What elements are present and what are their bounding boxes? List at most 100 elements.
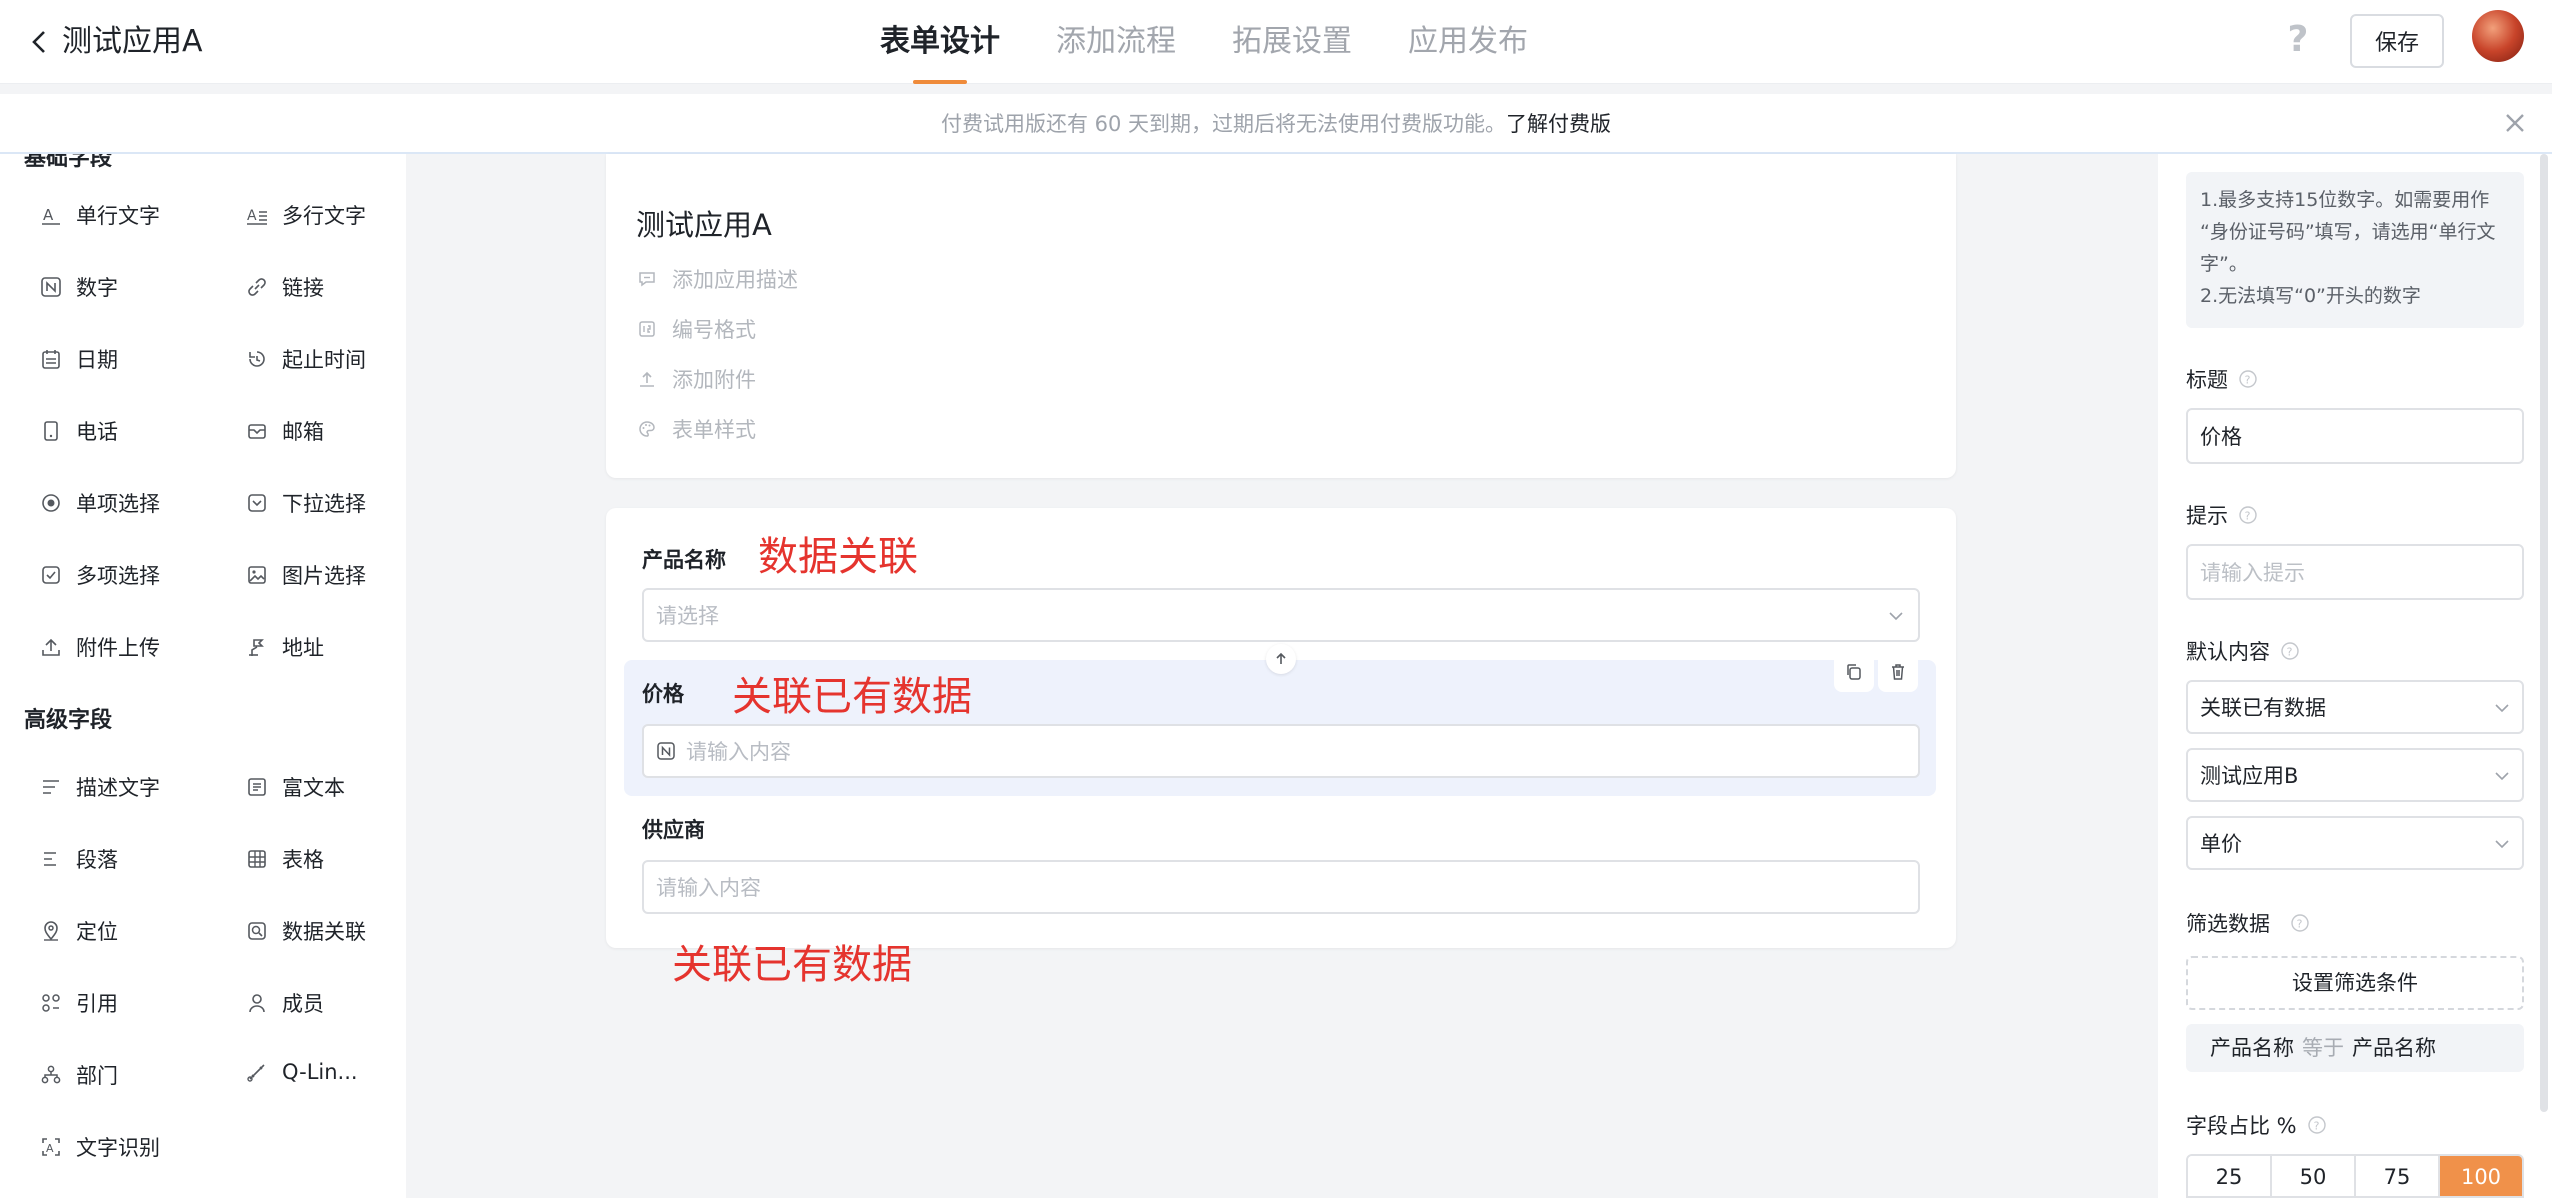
field-label-supplier[interactable]: 供应商 [642,814,705,844]
tab-add-flow[interactable]: 添加流程 [1056,0,1176,84]
field-paragraph[interactable]: 段落 [40,844,118,874]
number-icon [40,276,62,298]
field-number[interactable]: 数字 [40,272,118,302]
field-label: 多行文字 [282,204,366,228]
tab-extend-settings[interactable]: 拓展设置 [1232,0,1352,84]
field-single-choice[interactable]: 单项选择 [40,488,160,518]
linked-field-select[interactable]: 单价 [2186,816,2524,870]
field-label: 文字识别 [76,1136,160,1160]
field-table[interactable]: 表格 [246,844,324,874]
field-location[interactable]: 定位 [40,916,118,946]
text-a-icon: A [40,204,62,226]
comment-icon [636,268,658,290]
question-icon[interactable]: ? [2290,913,2310,933]
banner-link[interactable]: 了解付费版 [1506,112,1611,136]
ratio-option-100[interactable]: 100 [2440,1156,2522,1196]
tip-line: 2.无法填写“0”开头的数字 [2200,285,2421,307]
meta-label: 编号格式 [672,318,756,342]
field-qlink[interactable]: Q-Lin... [246,1060,358,1084]
close-icon[interactable] [2500,108,2530,138]
field-department[interactable]: 部门 [40,1060,118,1090]
field-label: 邮箱 [282,420,324,444]
svg-text:?: ? [2313,1120,2319,1133]
form-style-link[interactable]: 表单样式 [636,414,756,444]
radio-icon [40,492,62,514]
back-icon[interactable] [22,22,56,62]
field-date[interactable]: 日期 [40,344,118,374]
meta-label: 添加应用描述 [672,268,798,292]
banner-text: 付费试用版还有 60 天到期，过期后将无法使用付费版功能。 [940,112,1507,136]
field-link[interactable]: 链接 [246,272,324,302]
trial-banner: 付费试用版还有 60 天到期，过期后将无法使用付费版功能。了解付费版 [0,94,2552,154]
time-range-icon [246,348,268,370]
question-icon[interactable]: ? [2238,369,2258,389]
field-label: 数字 [76,276,118,300]
product-name-select[interactable]: 请选择 [642,588,1920,642]
svg-text:?: ? [2245,510,2251,523]
svg-text:?: ? [2287,646,2293,659]
annotation-linked-data: 关联已有数据 [732,674,972,720]
field-attachment[interactable]: 附件上传 [40,632,160,662]
hint-input[interactable]: 请输入提示 [2186,544,2524,600]
question-icon[interactable]: ? [2238,505,2258,525]
field-data-link[interactable]: 数据关联 [246,916,366,946]
form-title[interactable]: 测试应用A [636,202,772,244]
field-description[interactable]: 描述文字 [40,772,160,802]
number-format-link[interactable]: 编号格式 [636,314,756,344]
tip-line: “身份证号码”填写，请选用“单行文 [2200,221,2496,243]
tip-line: 1.最多支持15位数字。如需要用作 [2200,189,2490,211]
ratio-option-25[interactable]: 25 [2188,1156,2272,1196]
field-address[interactable]: 地址 [246,632,324,662]
field-email[interactable]: 邮箱 [246,416,324,446]
tab-app-publish[interactable]: 应用发布 [1408,0,1528,84]
field-multi-choice[interactable]: 多项选择 [40,560,160,590]
field-image-choice[interactable]: 图片选择 [246,560,366,590]
field-single-text[interactable]: A 单行文字 [40,200,160,230]
address-icon [246,636,268,658]
field-member[interactable]: 成员 [246,988,324,1018]
tab-form-design[interactable]: 表单设计 [880,0,1000,84]
filter-data-label: 筛选数据 ? [2186,908,2310,938]
ratio-option-50[interactable]: 50 [2272,1156,2356,1196]
field-phone[interactable]: 电话 [40,416,118,446]
avatar[interactable] [2472,10,2524,62]
chevron-down-icon [2495,704,2509,713]
save-button[interactable]: 保存 [2350,14,2444,68]
hint-placeholder: 请输入提示 [2200,561,2305,585]
help-icon[interactable]: ? [2280,18,2316,62]
add-attachment-link[interactable]: 添加附件 [636,364,756,394]
add-description-link[interactable]: 添加应用描述 [636,264,798,294]
department-icon [40,1064,62,1086]
default-label-text: 默认内容 [2186,640,2270,664]
condition-left: 产品名称 [2210,1036,2294,1060]
supplier-input[interactable]: 请输入内容 [642,860,1920,914]
field-label: 多项选择 [76,564,160,588]
right-panel-scrollbar[interactable] [2540,154,2548,1112]
field-reference[interactable]: 引用 [40,988,118,1018]
field-label: 定位 [76,920,118,944]
field-label-product-name[interactable]: 产品名称 [642,544,726,574]
field-dropdown[interactable]: 下拉选择 [246,488,366,518]
field-label-price[interactable]: 价格 [642,678,684,708]
question-icon[interactable]: ? [2280,641,2300,661]
move-up-icon[interactable] [1266,644,1296,674]
copy-icon[interactable] [1834,652,1874,692]
default-type-select[interactable]: 关联已有数据 [2186,680,2524,734]
number-icon [656,741,676,761]
field-ocr[interactable]: A 文字识别 [40,1132,160,1162]
title-input[interactable]: 价格 [2186,408,2524,464]
field-rich-text[interactable]: 富文本 [246,772,345,802]
filter-condition[interactable]: 产品名称 等于 产品名称 [2186,1024,2524,1072]
title-value: 价格 [2200,425,2242,449]
field-time-range[interactable]: 起止时间 [246,344,366,374]
trash-icon[interactable] [1878,652,1918,692]
linked-app-select[interactable]: 测试应用B [2186,748,2524,802]
field-multi-text[interactable]: A 多行文字 [246,200,366,230]
chevron-down-icon [2495,840,2509,849]
ratio-option-75[interactable]: 75 [2356,1156,2440,1196]
set-filter-button[interactable]: 设置筛选条件 [2186,956,2524,1010]
question-icon[interactable]: ? [2307,1115,2327,1135]
field-label: 附件上传 [76,636,160,660]
field-label: 引用 [76,992,118,1016]
price-input[interactable]: 请输入内容 [642,724,1920,778]
